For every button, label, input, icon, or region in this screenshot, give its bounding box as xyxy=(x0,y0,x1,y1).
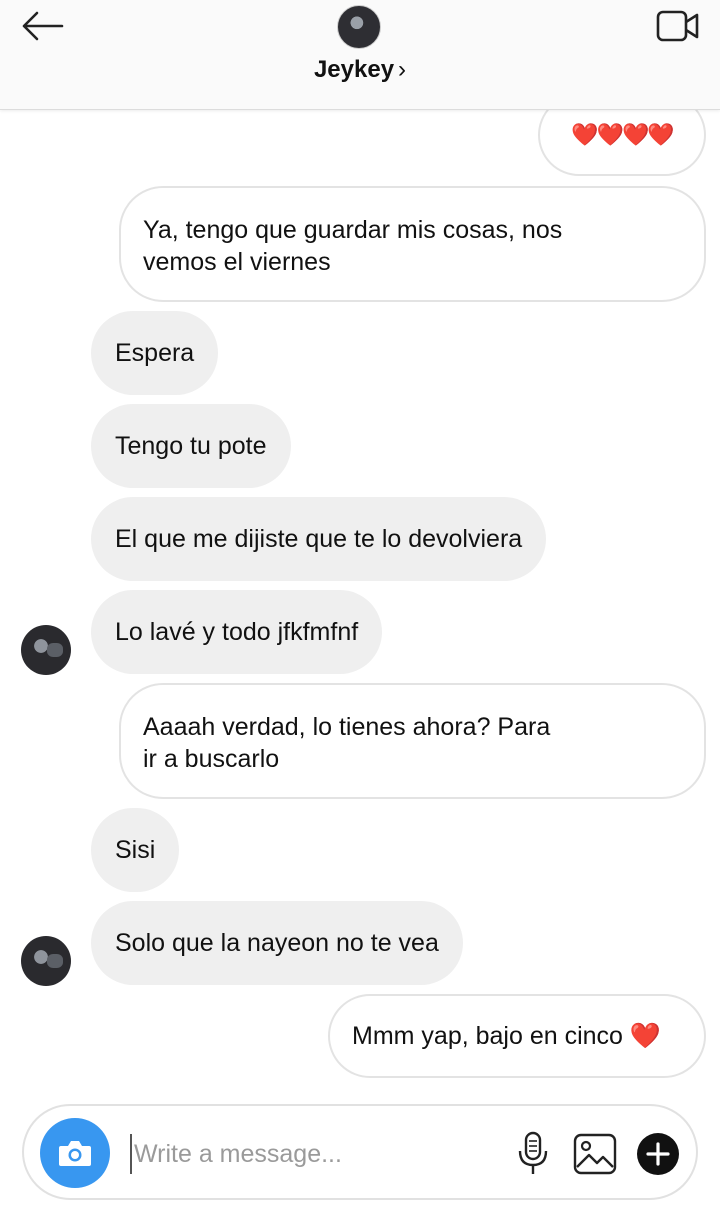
message-bubble-incoming[interactable]: Sisi xyxy=(91,808,180,892)
message-text: Solo que la nayeon no te vea xyxy=(115,929,439,957)
message-text: ❤️❤️❤️❤️ xyxy=(571,122,675,147)
contact-avatar[interactable] xyxy=(337,5,381,49)
camera-button[interactable] xyxy=(40,1118,110,1188)
message-bubble-incoming[interactable]: Lo lavé y todo jfkfmfnf xyxy=(91,590,383,674)
video-call-button[interactable] xyxy=(656,8,700,44)
message-text-line: vemos el viernes xyxy=(143,248,331,276)
plus-circle-icon xyxy=(637,1133,679,1175)
arrow-left-icon xyxy=(22,11,64,41)
message-text-line: Ya, tengo que guardar mis cosas, nos xyxy=(143,216,563,244)
microphone-icon xyxy=(518,1131,548,1174)
message-text: Tengo tu pote xyxy=(115,432,267,460)
camera-icon xyxy=(59,1141,91,1166)
message-text: Lo lavé y todo jfkfmfnf xyxy=(115,618,359,646)
message-text-line: ir a buscarlo xyxy=(143,745,280,773)
contact-name-link[interactable]: Jeykey › xyxy=(0,56,720,84)
voice-message-button[interactable] xyxy=(512,1130,554,1178)
gallery-button[interactable] xyxy=(572,1130,618,1178)
message-text: El que me dijiste que te lo devolviera xyxy=(115,525,523,553)
sender-avatar[interactable] xyxy=(21,936,71,986)
message-thread[interactable]: ❤️❤️❤️❤️ Ya, tengo que guardar mis cosas… xyxy=(0,0,720,1222)
chevron-right-icon: › xyxy=(398,56,407,83)
more-options-button[interactable] xyxy=(636,1132,680,1176)
message-text: Espera xyxy=(115,339,195,367)
contact-name: Jeykey xyxy=(313,56,395,83)
sender-avatar[interactable] xyxy=(21,625,71,675)
message-bubble-incoming[interactable]: El que me dijiste que te lo devolviera xyxy=(91,497,547,581)
message-bubble-outgoing[interactable]: Ya, tengo que guardar mis cosas, nos vem… xyxy=(119,186,706,302)
message-text-line: Aaaah verdad, lo tienes ahora? Para xyxy=(143,713,551,741)
back-button[interactable] xyxy=(18,8,66,44)
message-text: Mmm yap, bajo en cinco ❤️ xyxy=(352,1022,662,1050)
message-bubble-outgoing[interactable]: Aaaah verdad, lo tienes ahora? Para ir a… xyxy=(119,683,706,799)
message-bubble-incoming[interactable]: Tengo tu pote xyxy=(91,404,291,488)
message-bubble-outgoing[interactable]: Mmm yap, bajo en cinco ❤️ xyxy=(328,994,706,1078)
conversation-header: Jeykey › xyxy=(0,0,720,110)
message-input[interactable] xyxy=(130,1134,490,1174)
image-gallery-icon xyxy=(573,1133,617,1175)
message-bubble-incoming[interactable]: Solo que la nayeon no te vea xyxy=(91,901,463,985)
message-composer xyxy=(22,1104,698,1200)
message-bubble-incoming[interactable]: Espera xyxy=(91,311,219,395)
video-camera-icon xyxy=(656,10,699,42)
message-text: Sisi xyxy=(115,836,156,864)
